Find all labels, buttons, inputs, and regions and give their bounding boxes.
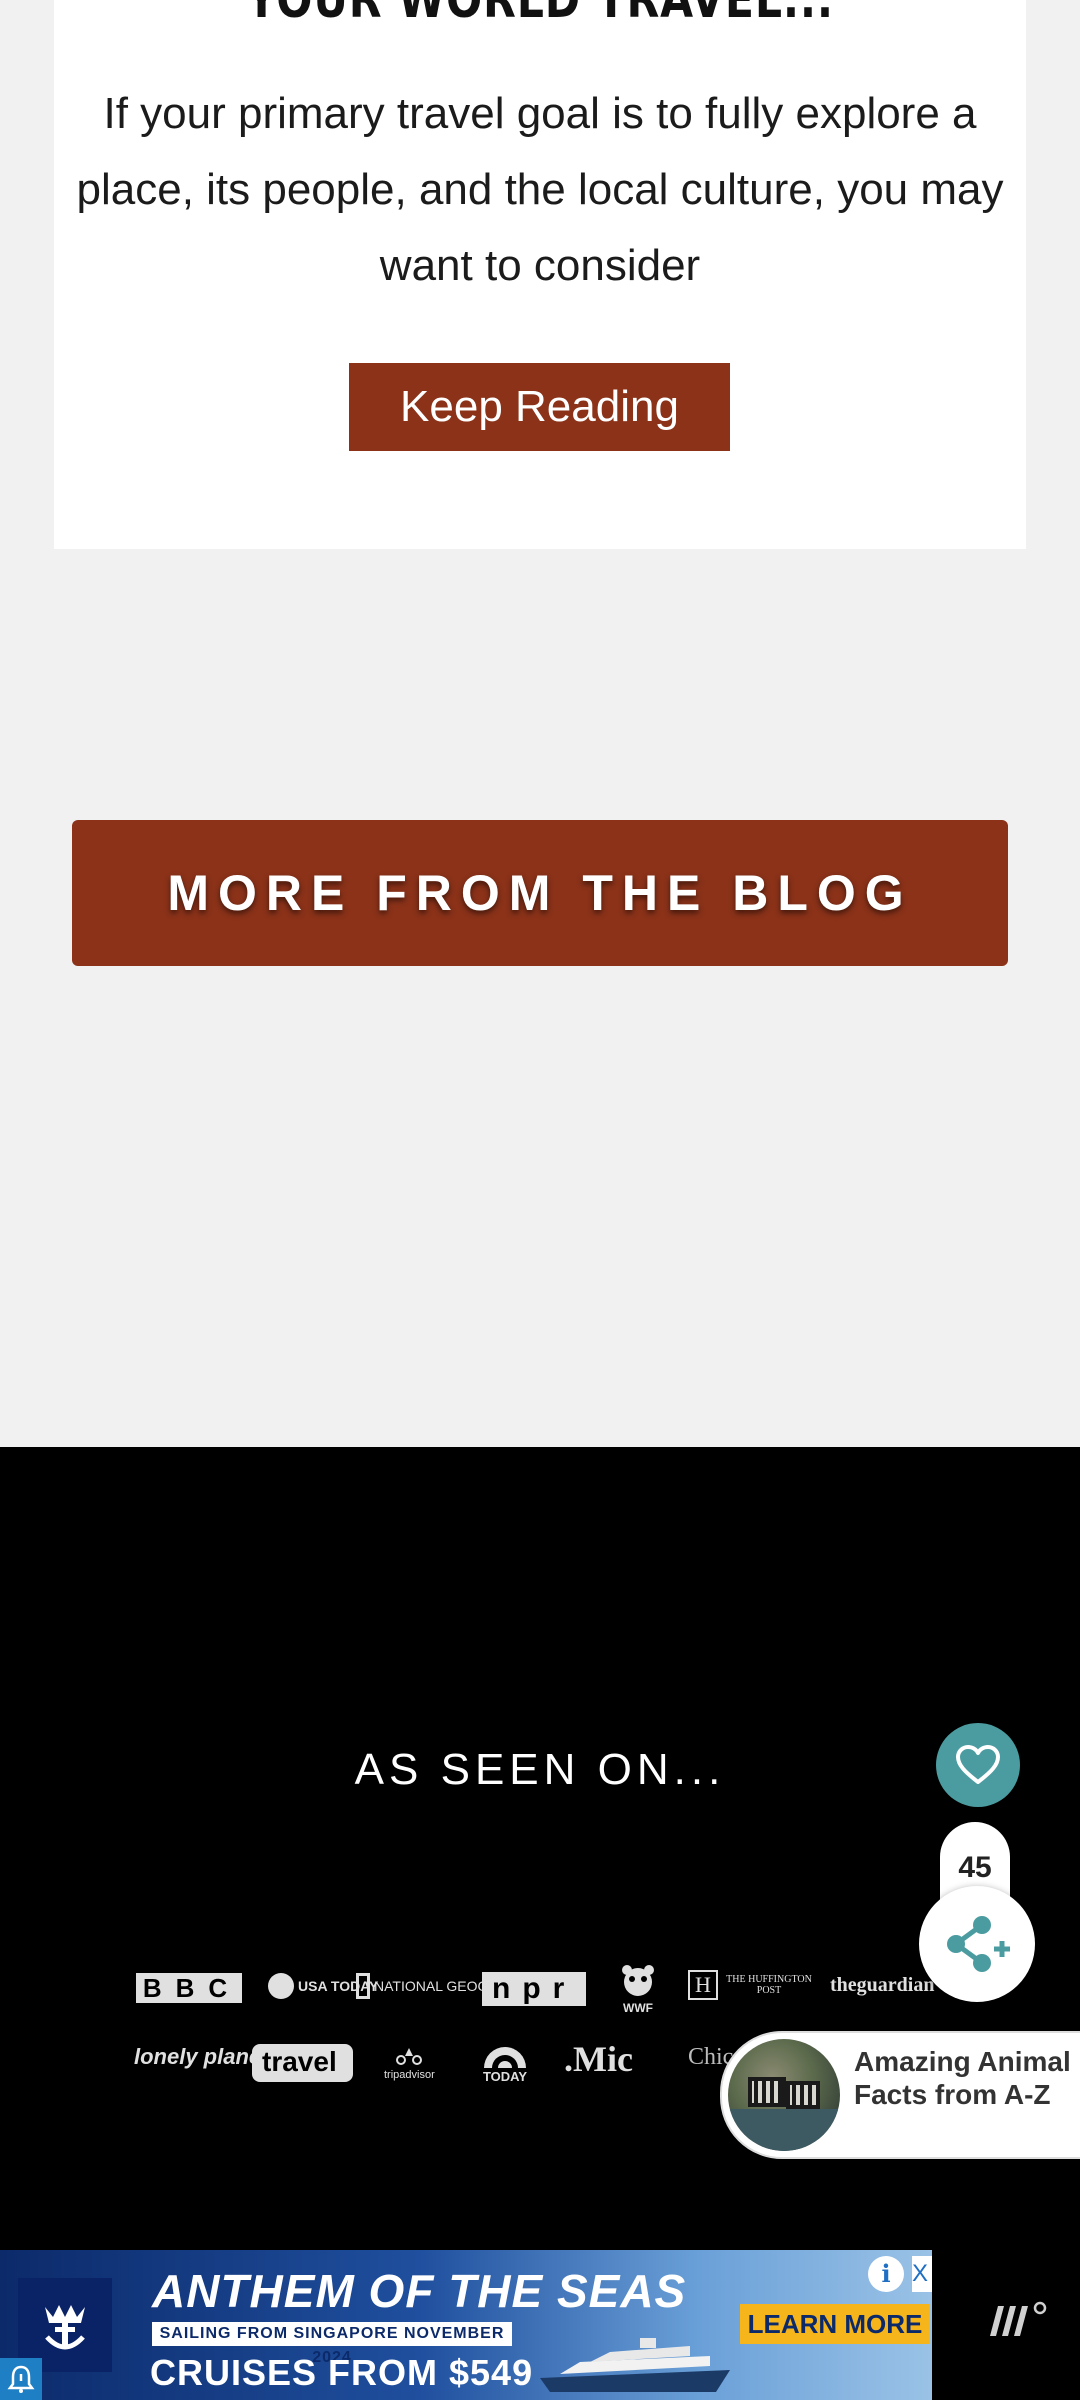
ad-info-icon[interactable]: i — [868, 2256, 904, 2292]
travel-channel-logo: travel — [252, 2044, 353, 2082]
keep-reading-button[interactable]: Keep Reading — [349, 363, 730, 451]
npr-logo: npr — [482, 1972, 587, 2006]
wwf-logo: WWF — [618, 1964, 658, 2015]
learn-more-button[interactable]: LEARN MORE — [740, 2304, 930, 2344]
more-from-blog-button[interactable]: MORE FROM THE BLOG — [72, 820, 1008, 966]
share-icon — [947, 1916, 1010, 1972]
share-button[interactable] — [919, 1886, 1035, 2002]
ad-subline: SAILING FROM SINGAPORE NOVEMBER 2024 — [152, 2322, 512, 2366]
cruise-ad-banner[interactable]: ANTHEM OF THE SEAS SAILING FROM SINGAPOR… — [0, 2250, 932, 2400]
ad-close-icon[interactable]: X — [912, 2256, 932, 2292]
mediavine-logo-icon — [990, 2301, 1047, 2336]
notification-bell-icon[interactable] — [0, 2358, 42, 2400]
as-seen-on-title: AS SEEN ON... — [354, 1745, 726, 1794]
promo-title: Amazing Animal Facts from A-Z — [854, 2046, 1071, 2110]
zebra-thumbnail — [728, 2039, 840, 2151]
article-card: YOUR WORLD TRAVEL... If your primary tra… — [54, 0, 1026, 549]
article-title[interactable]: YOUR WORLD TRAVEL... — [141, 0, 938, 30]
huffington-post-logo: H THE HUFFINGTON POST — [688, 1970, 814, 2000]
today-show-logo: TODAY — [480, 2046, 530, 2084]
lonely-planet-logo: lonely planet — [134, 2044, 269, 2069]
guardian-logo: theguardian — [830, 1974, 935, 1996]
ad-headline: ANTHEM OF THE SEAS — [152, 2265, 687, 2317]
tripadvisor-logo: tripadvisor — [384, 2046, 435, 2081]
heart-icon — [956, 1745, 1000, 1784]
bbc-logo: BBC — [136, 1973, 242, 2003]
article-excerpt: If your primary travel goal is to fully … — [76, 89, 1004, 290]
mic-logo: .Mic — [564, 2039, 633, 2079]
related-post-promo[interactable]: Amazing Animal Facts from A-Z — [720, 2031, 1080, 2159]
ad-price: CRUISES FROM $549 — [150, 2352, 534, 2393]
like-button[interactable] — [936, 1723, 1020, 1807]
cruise-ship-image — [540, 2338, 730, 2392]
